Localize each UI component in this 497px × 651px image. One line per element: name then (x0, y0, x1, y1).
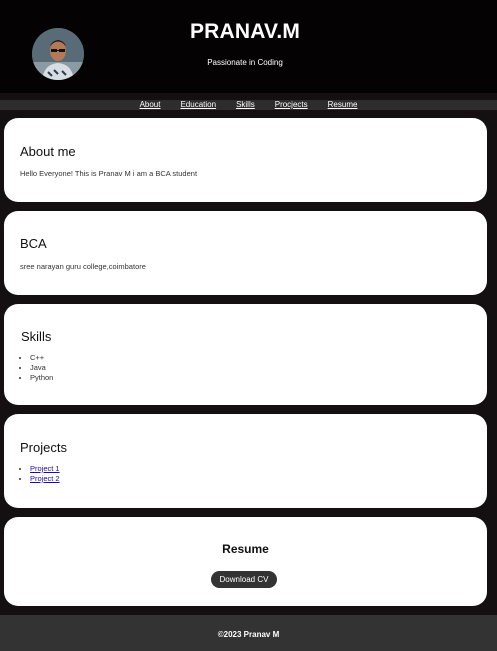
nav-link-about[interactable]: About (140, 100, 161, 110)
skills-section: Skills C++ Java Python (4, 304, 487, 405)
list-item: Java (30, 363, 53, 373)
education-text: sree narayan guru college,coimbatore (20, 262, 146, 271)
site-tagline: Passionate in Coding (207, 58, 283, 67)
project-2-link[interactable]: Project 2 (30, 474, 60, 483)
footer-copyright: ©2023 Pranav M (217, 630, 280, 639)
site-header: PRANAV.M Passionate in Coding (0, 0, 497, 93)
about-section: About me Hello Everyone! This is Pranav … (4, 118, 487, 202)
site-footer: ©2023 Pranav M (0, 615, 497, 651)
nav-link-skills[interactable]: Skills (236, 100, 255, 110)
list-item: Project 1 (30, 464, 60, 474)
projects-section: Projects Project 1 Project 2 (4, 414, 487, 508)
about-heading: About me (20, 144, 76, 159)
list-item: Python (30, 373, 53, 383)
nav-link-education[interactable]: Education (180, 100, 216, 110)
nav-link-resume[interactable]: Resume (328, 100, 358, 110)
education-section: BCA sree narayan guru college,coimbatore (4, 211, 487, 295)
list-item: Project 2 (30, 474, 60, 484)
portfolio-page: PRANAV.M Passionate in Coding About Educ… (0, 0, 497, 651)
resume-heading: Resume (222, 542, 269, 556)
about-text: Hello Everyone! This is Pranav M i am a … (20, 169, 198, 178)
projects-list: Project 1 Project 2 (20, 464, 60, 484)
projects-heading: Projects (20, 440, 67, 455)
skills-list: C++ Java Python (20, 353, 53, 383)
list-item: C++ (30, 353, 53, 363)
resume-section: Resume Download CV (4, 517, 487, 606)
download-cv-button[interactable]: Download CV (211, 571, 277, 588)
education-heading: BCA (20, 236, 47, 251)
project-1-link[interactable]: Project 1 (30, 464, 60, 473)
site-title: PRANAV.M (189, 20, 301, 43)
main-nav: About Education Skills Procjects Resume (0, 100, 497, 110)
nav-link-projects[interactable]: Procjects (275, 100, 308, 110)
skills-heading: Skills (21, 329, 52, 344)
